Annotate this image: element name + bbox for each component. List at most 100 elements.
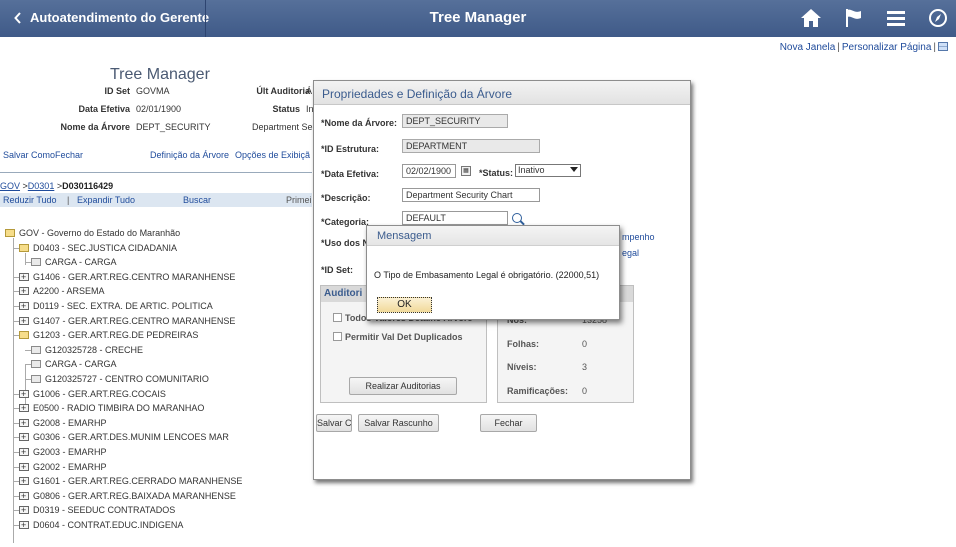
expand-folder-icon[interactable] <box>19 503 29 517</box>
tree-node[interactable]: G120325728 - CRECHE <box>31 343 143 357</box>
tree-node-label: G0806 - GER.ART.REG.BAIXADA MARANHENSE <box>33 490 236 501</box>
tree-node-label: D0319 - SEEDUC CONTRATADOS <box>33 505 176 516</box>
expand-folder-icon[interactable] <box>19 489 29 503</box>
legal-link[interactable]: egal <box>622 248 639 258</box>
tree-node[interactable]: G2002 - EMARHP <box>19 460 107 474</box>
run-audits-button[interactable]: Realizar Auditorias <box>349 377 457 395</box>
first-link[interactable]: Primei <box>286 195 312 205</box>
leaves-value: 0 <box>582 339 588 349</box>
navbar-icon[interactable] <box>928 8 948 28</box>
expand-folder-icon[interactable] <box>19 416 29 430</box>
description-field[interactable]: Department Security Chart <box>402 188 540 202</box>
tree-node[interactable]: D0119 - SEC. EXTRA. DE ARTIC. POLITICA <box>19 299 213 313</box>
tree-node-label: D0604 - CONTRAT.EDUC.INDIGENA <box>33 520 184 530</box>
uso-label: *Uso dos N <box>321 238 370 248</box>
tree-node[interactable]: CARGA - CARGA <box>31 357 117 371</box>
tree-node[interactable]: G1601 - GER.ART.REG.CERRADO MARANHENSE <box>19 474 242 488</box>
levels-label: Níveis: <box>507 362 537 372</box>
eff-date-field[interactable]: 02/02/1900 <box>402 164 456 178</box>
expand-folder-icon[interactable] <box>19 518 29 532</box>
allow-duplicates-checkbox[interactable] <box>333 332 342 341</box>
top-banner: Autoatendimento do Gerente Tree Manager <box>0 0 956 37</box>
tree-node[interactable]: G2008 - EMARHP <box>19 416 107 430</box>
personalize-link[interactable]: Personalizar Página <box>842 42 932 53</box>
divider <box>0 172 312 173</box>
eff-date-field-label: *Data Efetiva: <box>321 169 380 179</box>
page-title: Tree Manager <box>110 66 210 83</box>
tree-node[interactable]: D0604 - CONTRAT.EDUC.INDIGENA <box>19 518 183 532</box>
expand-folder-icon[interactable] <box>19 460 29 474</box>
find-link[interactable]: Buscar <box>183 195 211 205</box>
structure-id-label: *ID Estrutura: <box>321 144 380 154</box>
close-button[interactable]: Fechar <box>480 414 537 432</box>
collapse-all-link[interactable]: Reduzir Tudo <box>3 195 57 205</box>
tree-node-label: G2002 - EMARHP <box>33 461 107 472</box>
new-window-link[interactable]: Nova Janela <box>780 42 836 53</box>
tree-node-label: G2008 - EMARHP <box>33 417 107 428</box>
tree-node[interactable]: D0319 - SEEDUC CONTRATADOS <box>19 503 175 517</box>
leaf-folder-icon <box>31 345 41 354</box>
tree-node[interactable]: GOV - Governo do Estado do Maranhão <box>5 226 180 240</box>
search-icon[interactable] <box>512 213 522 223</box>
tree-node[interactable]: G1006 - GER.ART.REG.COCAIS <box>19 387 166 401</box>
expand-folder-icon[interactable] <box>19 430 29 444</box>
status-field-label: *Status: <box>479 168 514 178</box>
banner-divider <box>205 0 206 37</box>
leaf-folder-icon <box>31 360 41 369</box>
expand-folder-icon[interactable] <box>19 401 29 415</box>
expand-folder-icon[interactable] <box>19 299 29 313</box>
setid-value: GOVMA <box>136 86 170 96</box>
save-as-button[interactable]: Salvar Como <box>316 414 352 432</box>
expand-folder-icon[interactable] <box>19 445 29 459</box>
tree-node[interactable]: A2200 - ARSEMA <box>19 284 105 298</box>
expand-all-link[interactable]: Expandir Tudo <box>77 195 135 205</box>
pipe-separator: | <box>933 42 936 53</box>
menu-icon[interactable] <box>886 9 906 27</box>
expand-folder-icon[interactable] <box>19 284 29 298</box>
dialog-title: Propriedades e Definição da Árvore <box>322 87 513 101</box>
breadcrumb-d0301[interactable]: D0301 <box>28 181 55 191</box>
tree-node[interactable]: G120325727 - CENTRO COMUNITARIO <box>31 372 209 386</box>
tree-node[interactable]: G1203 - GER.ART.REG.DE PEDREIRAS <box>19 328 198 342</box>
expand-folder-icon[interactable] <box>19 314 29 328</box>
tree-node[interactable]: G1407 - GER.ART.REG.CENTRO MARANHENSE <box>19 314 235 328</box>
tree-definition-link[interactable]: Definição da Árvore <box>150 150 229 160</box>
banner-icons <box>800 8 948 28</box>
tree-node[interactable]: D0403 - SEC.JUSTICA CIDADANIA <box>19 241 177 255</box>
calendar-icon[interactable]: ▦ <box>461 166 471 176</box>
tree-node[interactable]: CARGA - CARGA <box>31 255 117 269</box>
tree-node-label: G1601 - GER.ART.REG.CERRADO MARANHENSE <box>33 476 243 487</box>
ok-button[interactable]: OK <box>377 297 432 313</box>
tree-name-label: Nome da Árvore <box>60 122 130 132</box>
back-button[interactable]: Autoatendimento do Gerente <box>14 10 209 25</box>
expand-folder-icon[interactable] <box>19 270 29 284</box>
tree-node[interactable]: G0306 - GER.ART.DES.MUNIM LENCOES MAR <box>19 430 229 444</box>
save-draft-button[interactable]: Salvar Rascunho <box>358 414 439 432</box>
all-detail-values-checkbox[interactable] <box>333 313 342 322</box>
tree-node-label: G120325728 - CRECHE <box>45 344 144 355</box>
tree-node[interactable]: E0500 - RADIO TIMBIRA DO MARANHAO <box>19 401 204 415</box>
tree-node[interactable]: G0806 - GER.ART.REG.BAIXADA MARANHENSE <box>19 489 236 503</box>
tree-node[interactable]: G1406 - GER.ART.REG.CENTRO MARANHENSE <box>19 270 235 284</box>
display-options-link[interactable]: Opções de Exibiçã <box>235 150 310 160</box>
flag-icon[interactable] <box>844 8 864 28</box>
status-select[interactable]: Inativo <box>515 164 581 177</box>
tree-connector <box>13 238 14 543</box>
tree-connector <box>25 253 26 265</box>
message-title: Mensagem <box>377 230 432 242</box>
grid-icon[interactable] <box>938 42 948 51</box>
category-field[interactable]: DEFAULT <box>402 211 508 225</box>
home-icon[interactable] <box>800 8 822 28</box>
tree-node[interactable]: G2003 - EMARHP <box>19 445 107 459</box>
expand-folder-icon[interactable] <box>19 387 29 401</box>
expand-folder-icon[interactable] <box>19 474 29 488</box>
tree-node-label: GOV - Governo do Estado do Maranhão <box>19 228 181 238</box>
save-as-link[interactable]: Salvar Como <box>3 150 55 160</box>
close-link[interactable]: Fechar <box>55 150 83 160</box>
breadcrumb-gov[interactable]: GOV <box>0 181 20 191</box>
tree-name-field: DEPT_SECURITY <box>402 114 508 128</box>
performance-link[interactable]: mpenho <box>622 232 655 242</box>
tree-nav-bar: Reduzir Tudo | Expandir Tudo Buscar Prim… <box>0 193 312 207</box>
department-text: Department Se <box>252 122 313 132</box>
breadcrumb-current: D030116429 <box>62 181 114 191</box>
